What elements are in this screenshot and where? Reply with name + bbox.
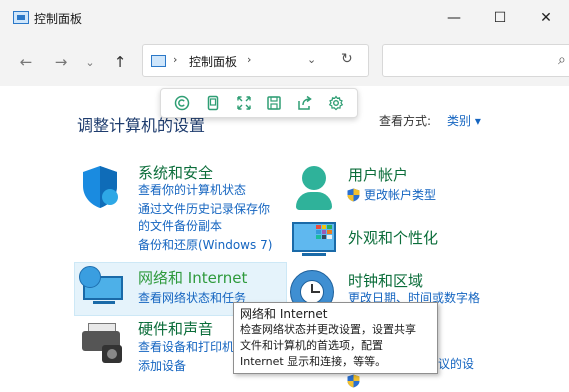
network-tooltip: 网络和 Internet 检查网络状态并更改设置，设置共享 文件和计算机的首选项… (233, 302, 438, 374)
category-hardware-sound[interactable]: 硬件和声音 (138, 318, 213, 339)
address-dropdown-button[interactable]: ⌄ (307, 53, 316, 66)
copyright-circle-icon[interactable] (170, 92, 194, 114)
back-button[interactable]: ← (14, 51, 38, 73)
tooltip-body: 检查网络状态并更改设置，设置共享 文件和计算机的首选项，配置 Internet … (240, 323, 416, 368)
breadcrumb-control-panel[interactable]: 控制面板 (189, 53, 237, 70)
view-by-label: 查看方式: (379, 114, 432, 128)
floating-toolbar (160, 88, 358, 118)
control-panel-icon (151, 55, 166, 67)
printer-icon (80, 323, 126, 367)
search-icon: ⌕ (558, 52, 566, 68)
maximize-button[interactable]: ☐ (477, 0, 523, 36)
category-appearance[interactable]: 外观和个性化 (348, 227, 438, 248)
share-icon[interactable] (293, 92, 317, 114)
forward-button[interactable]: → (49, 51, 73, 73)
close-button[interactable]: ✕ (523, 0, 569, 36)
link-network-status[interactable]: 查看网络状态和任务 (138, 290, 246, 307)
user-account-icon (294, 166, 334, 212)
refresh-button[interactable]: ↻ (341, 51, 353, 67)
view-by-dropdown[interactable]: 类别 ▾ (447, 112, 481, 129)
link-file-history[interactable]: 通过文件历史记录保存你 (138, 201, 270, 218)
link-view-computer-status[interactable]: 查看你的计算机状态 (138, 182, 246, 199)
tablet-icon[interactable] (201, 92, 225, 114)
breadcrumb-separator[interactable]: › (247, 53, 251, 66)
link-devices-printers[interactable]: 查看设备和打印机 (138, 339, 234, 356)
window-title: 控制面板 (34, 12, 83, 26)
control-panel-icon (13, 11, 29, 24)
expand-icon[interactable] (232, 92, 256, 114)
category-clock-region[interactable]: 时钟和区域 (348, 270, 423, 291)
tooltip-title: 网络和 Internet (240, 307, 328, 321)
recent-locations-button[interactable]: ⌄ (80, 51, 100, 73)
shield-icon (80, 164, 120, 213)
uac-shield-icon (347, 374, 360, 391)
save-icon[interactable] (262, 92, 286, 114)
breadcrumb-separator[interactable]: › (173, 53, 177, 66)
network-icon (79, 266, 125, 306)
up-button[interactable]: ↑ (108, 51, 132, 73)
search-input[interactable]: ⌕ (382, 44, 569, 77)
category-user-accounts[interactable]: 用户帐户 (348, 164, 408, 185)
address-bar[interactable]: › 控制面板 › ⌄ ↻ (142, 44, 369, 77)
link-clock-region-partial[interactable]: 议的设 (438, 356, 474, 373)
appearance-icon (290, 220, 338, 260)
link-file-history-cont[interactable]: 的文件备份副本 (138, 218, 222, 235)
category-network-internet[interactable]: 网络和 Internet (138, 267, 247, 288)
uac-shield-icon (347, 188, 360, 205)
link-backup-restore[interactable]: 备份和还原(Windows 7) (138, 237, 272, 254)
link-add-device[interactable]: 添加设备 (138, 358, 186, 375)
minimize-button[interactable]: — (431, 0, 477, 36)
settings-icon[interactable] (324, 92, 348, 114)
link-change-account-type[interactable]: 更改帐户类型 (364, 187, 436, 204)
category-system-security[interactable]: 系统和安全 (138, 162, 213, 183)
